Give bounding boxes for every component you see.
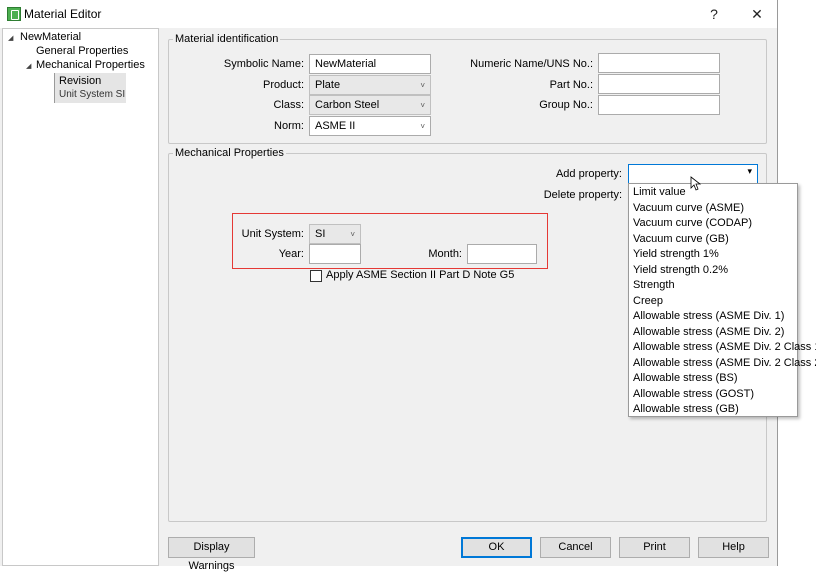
tree-item-mechanical-properties[interactable]: Mechanical Properties xyxy=(36,59,145,71)
numeric-name-field[interactable] xyxy=(598,53,720,73)
product-select[interactable]: Plate ˅ xyxy=(309,75,431,95)
chevron-down-icon: ▾ xyxy=(747,166,752,176)
dropdown-item[interactable]: Yield strength 1% xyxy=(633,248,719,260)
help-title-button[interactable]: ? xyxy=(697,2,731,26)
unit-system-value: SI xyxy=(315,228,326,240)
delete-property-label: Delete property: xyxy=(543,189,622,201)
symbolic-name-field[interactable]: NewMaterial xyxy=(309,54,431,74)
dropdown-item[interactable]: Vacuum curve (GB) xyxy=(633,233,729,245)
add-property-label: Add property: xyxy=(555,168,622,180)
product-value: Plate xyxy=(315,79,341,91)
norm-label: Norm: xyxy=(274,120,304,132)
cancel-button[interactable]: Cancel xyxy=(540,537,611,558)
dropdown-item[interactable]: Vacuum curve (ASME) xyxy=(633,202,744,214)
display-warnings-button[interactable]: Display Warnings xyxy=(168,537,255,572)
tree-item-general-properties[interactable]: General Properties xyxy=(36,45,128,57)
dropdown-item[interactable]: Allowable stress (GB) xyxy=(633,403,739,415)
print-button[interactable]: Print xyxy=(619,537,690,558)
part-no-label: Part No.: xyxy=(549,79,593,91)
month-field[interactable] xyxy=(467,244,537,264)
month-label: Month: xyxy=(428,248,462,260)
class-value: Carbon Steel xyxy=(315,99,380,111)
note-g5-label: Apply ASME Section II Part D Note G5 xyxy=(326,269,515,281)
chevron-down-icon: ˅ xyxy=(420,122,425,131)
tree-item-revision[interactable]: Revision xyxy=(59,75,101,87)
unit-system-label: Unit System: xyxy=(241,228,304,240)
add-property-dropdown-list: Limit value Vacuum curve (ASME) Vacuum c… xyxy=(628,183,816,417)
tree-item-unit-system[interactable]: Unit System SI xyxy=(59,89,125,100)
dropdown-item[interactable]: Allowable stress (ASME Div. 2 Class 2) xyxy=(633,357,816,369)
tree-expand-triangle-icon[interactable]: ◢ xyxy=(26,62,31,70)
chevron-down-icon: ˅ xyxy=(350,230,355,239)
close-button[interactable]: ✕ xyxy=(740,2,774,26)
numeric-name-label: Numeric Name/UNS No.: xyxy=(470,58,593,70)
norm-value: ASME II xyxy=(315,120,356,132)
note-g5-checkbox[interactable] xyxy=(310,270,322,282)
dropdown-item[interactable]: Creep xyxy=(633,295,663,307)
dropdown-item[interactable]: Allowable stress (BS) xyxy=(633,372,738,384)
year-label: Year: xyxy=(278,248,304,260)
material-identification-label: Material identification xyxy=(173,33,281,45)
mechanical-properties-label: Mechanical Properties xyxy=(173,147,286,159)
dropdown-item[interactable]: Allowable stress (ASME Div. 2 Class 1) xyxy=(633,341,816,353)
mouse-pointer-icon xyxy=(690,176,702,191)
part-no-field[interactable] xyxy=(598,74,720,94)
chevron-down-icon: ˅ xyxy=(420,81,425,90)
dropdown-item[interactable]: Strength xyxy=(633,279,675,291)
dropdown-item[interactable]: Vacuum curve (CODAP) xyxy=(633,217,752,229)
dropdown-item[interactable]: Limit value xyxy=(633,186,686,198)
dropdown-item[interactable]: Allowable stress (ASME Div. 2) xyxy=(633,326,784,338)
help-button[interactable]: Help xyxy=(698,537,769,558)
title-bar: Material Editor ? ✕ xyxy=(0,0,777,28)
class-select[interactable]: Carbon Steel ˅ xyxy=(309,95,431,115)
tree-item-newmaterial[interactable]: NewMaterial xyxy=(20,31,81,43)
material-tree: ◢ NewMaterial General Properties ◢ Mecha… xyxy=(2,28,159,566)
unit-system-select[interactable]: SI ˅ xyxy=(309,224,361,244)
group-no-label: Group No.: xyxy=(539,99,593,111)
product-label: Product: xyxy=(263,79,304,91)
material-editor-icon xyxy=(7,7,21,21)
tree-expand-triangle-icon[interactable]: ◢ xyxy=(8,34,13,42)
chevron-down-icon: ˅ xyxy=(420,101,425,110)
group-no-field[interactable] xyxy=(598,95,720,115)
year-field[interactable] xyxy=(309,244,361,264)
dropdown-item[interactable]: Allowable stress (ASME Div. 1) xyxy=(633,310,784,322)
class-label: Class: xyxy=(273,99,304,111)
dropdown-item[interactable]: Allowable stress (GOST) xyxy=(633,388,754,400)
norm-select[interactable]: ASME II ˅ xyxy=(309,116,431,136)
window-title: Material Editor xyxy=(24,7,102,21)
ok-button[interactable]: OK xyxy=(461,537,532,558)
symbolic-name-label: Symbolic Name: xyxy=(223,58,304,70)
dropdown-item[interactable]: Yield strength 0.2% xyxy=(633,264,728,276)
